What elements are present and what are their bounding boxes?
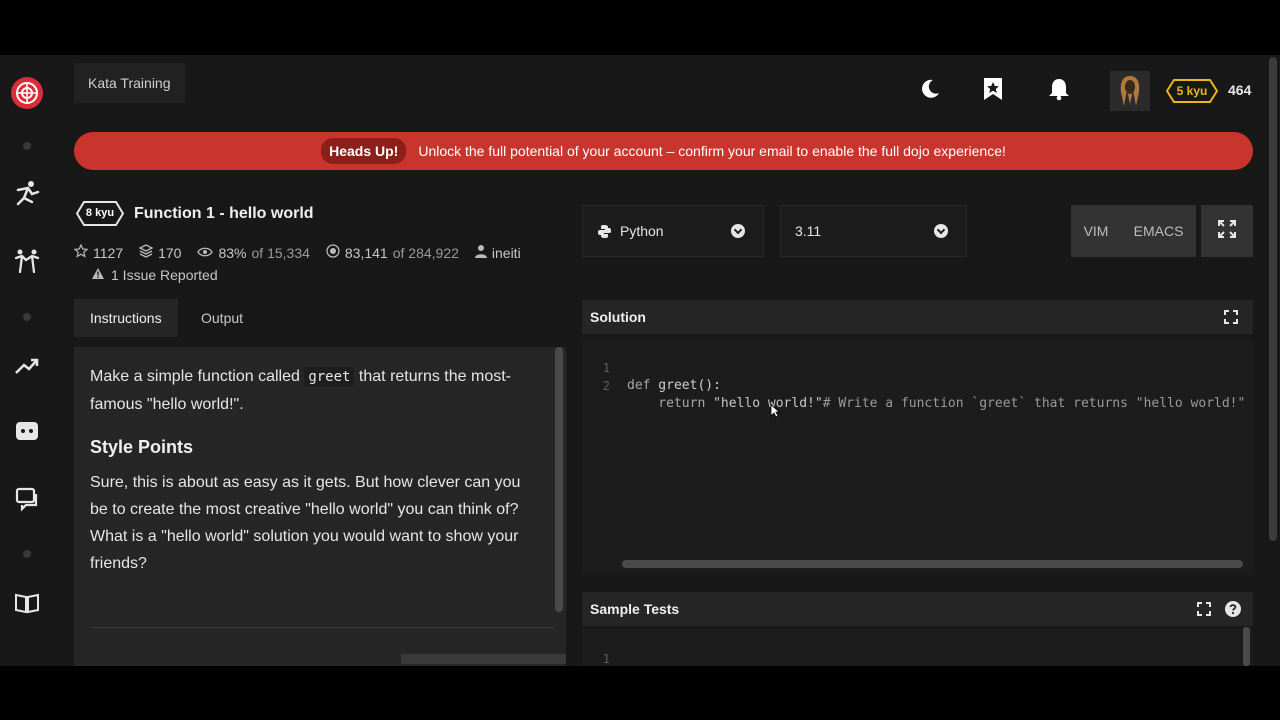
code-comment: # Write a function `greet` that returns …	[822, 396, 1246, 411]
language-select[interactable]: Python	[582, 205, 764, 257]
eye-icon	[197, 245, 214, 261]
nav-separator-dot	[23, 550, 31, 558]
sample-tests-editor[interactable]: 1 import codewars_test as test 2 from so…	[582, 629, 1253, 666]
kata-training-label[interactable]: Kata Training	[74, 63, 185, 103]
instructions-paragraph: Make a simple function called greet that…	[90, 363, 540, 418]
solution-editor[interactable]: 1 def greet(): 2 return "hello world!"# …	[582, 338, 1253, 575]
style-points-heading: Style Points	[90, 437, 194, 457]
kumite-nav-icon[interactable]	[13, 247, 41, 275]
kata-stats: 1127 170 83% of 15,334 83,141 of 284,922	[73, 243, 521, 261]
author-stat[interactable]: ineiti	[474, 244, 521, 261]
sample-tests-header: Sample Tests	[582, 592, 1253, 626]
line-number: 2	[602, 379, 610, 393]
left-nav	[0, 55, 55, 666]
instructions-text: Make a simple function called	[90, 368, 305, 385]
kata-rank-badge: 8 kyu	[75, 201, 125, 226]
code-text: greet():	[650, 378, 721, 393]
code-line[interactable]: 2 from solution import greet	[582, 651, 629, 666]
tab-instructions[interactable]: Instructions	[74, 299, 178, 337]
version-value: 3.11	[795, 223, 822, 239]
solution-hscrollbar[interactable]	[622, 560, 1243, 568]
banner-message: Unlock the full potential of your accoun…	[418, 143, 1006, 159]
instructions-panel: Make a simple function called greet that…	[74, 347, 566, 666]
style-points-paragraph: Sure, this is about as easy as it gets. …	[90, 474, 521, 572]
inline-code-greet: greet	[304, 367, 355, 387]
satisfaction-votes: of 15,334	[251, 244, 310, 261]
bookmark-star-icon[interactable]	[980, 76, 1006, 102]
discord-icon[interactable]	[13, 417, 41, 445]
editor-mode-toggle: VIM EMACS	[1071, 205, 1196, 257]
user-rank-badge[interactable]: 5 kyu	[1165, 79, 1219, 103]
tab-output[interactable]: Output	[185, 299, 259, 337]
completed-stat: 83,141 of 284,922	[326, 244, 459, 261]
leaderboard-trend-icon[interactable]	[13, 352, 41, 380]
nav-separator-dot	[23, 142, 31, 150]
solution-title: Solution	[590, 309, 646, 325]
app-window: Kata Training 5 kyu 464 Heads Up! Unlock…	[0, 55, 1280, 666]
user-avatar[interactable]	[1110, 71, 1150, 111]
satisfaction-percent: 83%	[218, 244, 247, 261]
mouse-cursor-icon	[770, 404, 781, 423]
collections-count: 170	[158, 244, 182, 261]
notifications-bell-icon[interactable]	[1046, 76, 1072, 102]
code-line[interactable]: 2 return "hello world!"# Write a functio…	[582, 359, 1246, 411]
user-rank-label: 5 kyu	[1176, 84, 1208, 98]
instructions-content: Make a simple function called greet that…	[90, 363, 540, 577]
author-name[interactable]: ineiti	[492, 245, 521, 261]
honor-points: 464	[1228, 82, 1252, 98]
version-select[interactable]: 3.11	[780, 205, 967, 257]
issues-reported[interactable]: 1 Issue Reported	[91, 267, 218, 283]
kata-title: Function 1 - hello world	[134, 205, 314, 222]
instructions-scrollbar[interactable]	[555, 347, 563, 612]
nav-separator-dot	[23, 313, 31, 321]
codewars-logo-icon[interactable]	[10, 76, 44, 110]
user-icon	[474, 244, 487, 261]
banner-tag: Heads Up!	[321, 138, 407, 164]
instructions-hscrollbar[interactable]	[401, 654, 566, 664]
docs-book-icon[interactable]	[13, 589, 41, 617]
emacs-mode-button[interactable]: EMACS	[1134, 223, 1184, 239]
kata-rank-label: 8 kyu	[85, 207, 115, 219]
completed-count: 83,141	[344, 244, 388, 261]
instructions-divider	[90, 627, 554, 628]
vim-mode-button[interactable]: VIM	[1084, 223, 1109, 239]
discussion-chat-icon[interactable]	[13, 485, 41, 513]
practice-nav-icon[interactable]	[13, 179, 41, 207]
page-scrollbar[interactable]	[1269, 57, 1277, 541]
code-keyword: return	[627, 396, 706, 411]
issues-label: 1 Issue Reported	[111, 267, 218, 283]
email-confirm-banner[interactable]: Heads Up! Unlock the full potential of y…	[74, 132, 1253, 170]
chevron-down-icon	[731, 224, 745, 238]
warning-icon	[91, 267, 105, 283]
layers-icon	[138, 244, 154, 261]
sample-tests-scrollbar[interactable]	[1243, 627, 1250, 666]
dark-mode-moon-icon[interactable]	[917, 76, 943, 102]
expand-icon[interactable]	[1223, 309, 1239, 325]
stars-count: 1127	[93, 244, 124, 261]
collections-stat: 170	[138, 244, 182, 261]
target-icon	[326, 244, 340, 261]
sample-tests-title: Sample Tests	[590, 601, 680, 617]
language-value: Python	[620, 223, 664, 239]
star-icon	[73, 243, 89, 261]
attempted-count: of 284,922	[392, 244, 459, 261]
help-icon[interactable]	[1225, 601, 1241, 617]
chevron-down-icon	[934, 224, 948, 238]
satisfaction-stat: 83% of 15,334	[197, 244, 310, 261]
code-keyword: def	[627, 378, 651, 393]
fullscreen-icon	[1218, 219, 1236, 243]
expand-icon[interactable]	[1196, 601, 1212, 617]
fullscreen-button[interactable]	[1201, 205, 1253, 257]
code-line[interactable]: 1 def greet():	[582, 341, 721, 393]
code-line[interactable]: 1 import codewars_test as test	[582, 632, 629, 666]
python-logo-icon	[597, 224, 612, 239]
stars-stat[interactable]: 1127	[73, 243, 124, 261]
solution-header: Solution	[582, 300, 1253, 334]
code-string: "hello world!"	[705, 396, 823, 411]
